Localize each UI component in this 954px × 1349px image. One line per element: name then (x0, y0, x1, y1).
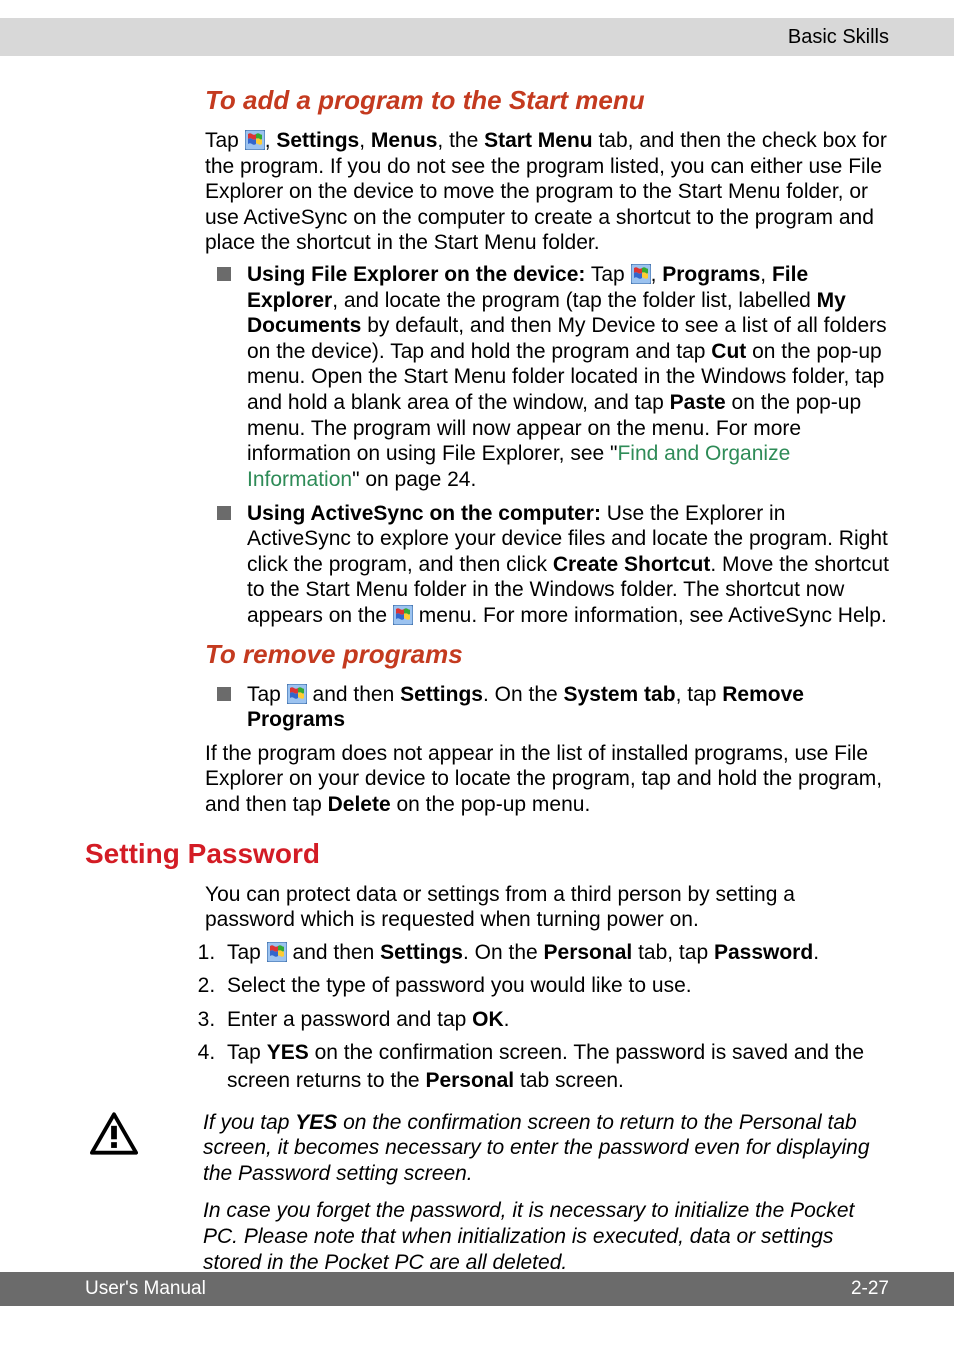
bold-yes: YES (295, 1111, 337, 1134)
list-item-body: Using ActiveSync on the computer: Use th… (247, 501, 889, 629)
caution-block: If you tap YES on the confirmation scree… (85, 1110, 889, 1288)
bullet-list-remove: Tap and then Settings. On the System tab… (217, 682, 889, 733)
text: . (504, 1008, 510, 1031)
bold-start-menu: Start Menu (484, 129, 593, 152)
step-item: Enter a password and tap OK. (221, 1006, 889, 1034)
text: , (265, 129, 277, 152)
bold-paste: Paste (670, 391, 726, 414)
footer-bar: User's Manual 2-27 (0, 1272, 954, 1306)
text: tab, tap (632, 941, 714, 964)
bold-yes: YES (267, 1041, 309, 1064)
caution-icon (87, 1110, 141, 1288)
text: , the (437, 129, 484, 152)
start-icon (245, 130, 265, 150)
text: In case you forget the password, it is n… (203, 1198, 889, 1275)
page-content: To add a program to the Start menu Tap ,… (85, 75, 889, 1287)
bold-create-shortcut: Create Shortcut (553, 553, 711, 576)
start-icon (393, 605, 413, 625)
bold-lead: Using ActiveSync on the computer: (247, 502, 601, 525)
text: Tap (585, 263, 630, 286)
text: menu. For more information, see ActiveSy… (413, 604, 887, 627)
text: " on page 24. (352, 468, 476, 491)
bold-programs: Programs (662, 263, 760, 286)
start-icon (631, 264, 651, 284)
text: on the pop-up menu. (391, 793, 591, 816)
text: Tap (247, 683, 287, 706)
list-item-body: Using File Explorer on the device: Tap ,… (247, 262, 889, 492)
text: Enter a password and tap (227, 1008, 472, 1031)
text: Tap (227, 1041, 267, 1064)
bullet-list-add: Using File Explorer on the device: Tap ,… (217, 262, 889, 629)
text: . On the (463, 941, 544, 964)
text: and then (287, 941, 380, 964)
bold-system-tab: System tab (564, 683, 676, 706)
text: , and locate the program (tap the folder… (332, 289, 816, 312)
bold-lead: Using File Explorer on the device: (247, 263, 585, 286)
text: , tap (676, 683, 723, 706)
intro-paragraph: Tap , Settings, Menus, the Start Menu ta… (205, 128, 889, 256)
header-section-label: Basic Skills (788, 26, 889, 49)
text: If you tap (203, 1111, 295, 1134)
text: , (651, 263, 663, 286)
bold-settings: Settings (276, 129, 359, 152)
text: and then (307, 683, 400, 706)
bold-cut: Cut (711, 340, 746, 363)
footer-page-number: 2-27 (851, 1278, 889, 1300)
text: , (359, 129, 371, 152)
heading-setting-password: Setting Password (85, 838, 889, 870)
bold-personal: Personal (425, 1069, 514, 1092)
bold-delete: Delete (328, 793, 391, 816)
square-bullet-icon (217, 687, 231, 701)
step-item: Tap and then Settings. On the Personal t… (221, 939, 889, 967)
text: . On the (483, 683, 564, 706)
bold-settings: Settings (400, 683, 483, 706)
text: Tap (227, 941, 267, 964)
text: . (813, 941, 819, 964)
text: tab screen. (514, 1069, 624, 1092)
bold-personal: Personal (544, 941, 633, 964)
header-bar: Basic Skills (0, 18, 954, 56)
list-item-body: Tap and then Settings. On the System tab… (247, 682, 889, 733)
bold-menus: Menus (371, 129, 438, 152)
list-item: Using File Explorer on the device: Tap ,… (217, 262, 889, 492)
text: Tap (205, 129, 245, 152)
start-icon (287, 684, 307, 704)
caution-text: If you tap YES on the confirmation scree… (203, 1110, 889, 1288)
step-item: Select the type of password you would li… (221, 972, 889, 1000)
square-bullet-icon (217, 506, 231, 520)
start-icon (267, 942, 287, 962)
password-intro: You can protect data or settings from a … (205, 882, 889, 933)
password-steps: Tap and then Settings. On the Personal t… (221, 939, 889, 1096)
bold-password: Password (714, 941, 813, 964)
heading-add-program: To add a program to the Start menu (205, 85, 889, 116)
list-item: Using ActiveSync on the computer: Use th… (217, 501, 889, 629)
footer-left: User's Manual (85, 1278, 206, 1300)
heading-remove-programs: To remove programs (205, 639, 889, 670)
bold-settings: Settings (380, 941, 463, 964)
step-item: Tap YES on the confirmation screen. The … (221, 1039, 889, 1096)
bold-ok: OK (472, 1008, 504, 1031)
square-bullet-icon (217, 267, 231, 281)
text: , (760, 263, 772, 286)
list-item: Tap and then Settings. On the System tab… (217, 682, 889, 733)
remove-followup-paragraph: If the program does not appear in the li… (205, 741, 889, 818)
